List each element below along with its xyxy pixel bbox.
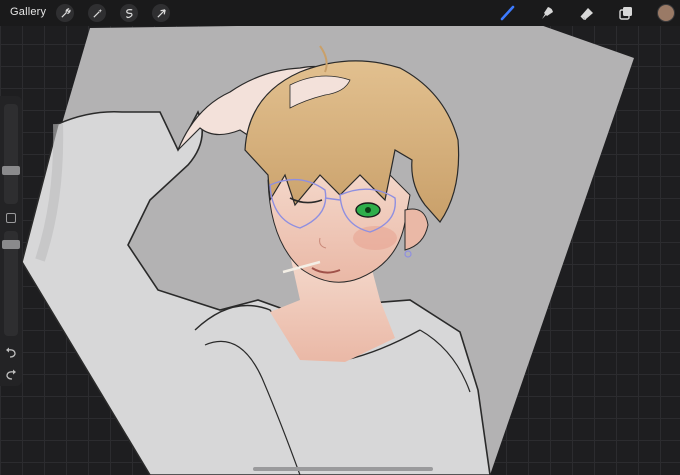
- selection-icon[interactable]: [120, 4, 138, 22]
- smudge-icon[interactable]: [537, 3, 557, 23]
- brush-size-slider[interactable]: [4, 104, 18, 204]
- gallery-button[interactable]: Gallery: [10, 6, 46, 18]
- top-toolbar: Gallery: [0, 0, 680, 26]
- undo-icon[interactable]: [4, 346, 18, 360]
- brush-size-slider-thumb[interactable]: [2, 165, 20, 175]
- eraser-icon[interactable]: [577, 3, 597, 23]
- wrench-icon[interactable]: [56, 4, 74, 22]
- opacity-slider-thumb[interactable]: [2, 240, 20, 250]
- magic-wand-icon[interactable]: [88, 4, 106, 22]
- redo-icon[interactable]: [4, 368, 18, 382]
- left-sidebar: [0, 96, 22, 386]
- color-picker-swatch[interactable]: [657, 4, 675, 22]
- layers-icon[interactable]: [616, 3, 636, 23]
- home-indicator[interactable]: [253, 467, 433, 471]
- artwork-canvas[interactable]: [0, 0, 680, 475]
- brush-icon[interactable]: [498, 3, 518, 23]
- transform-arrow-icon[interactable]: [152, 4, 170, 22]
- modifier-button[interactable]: [6, 213, 16, 223]
